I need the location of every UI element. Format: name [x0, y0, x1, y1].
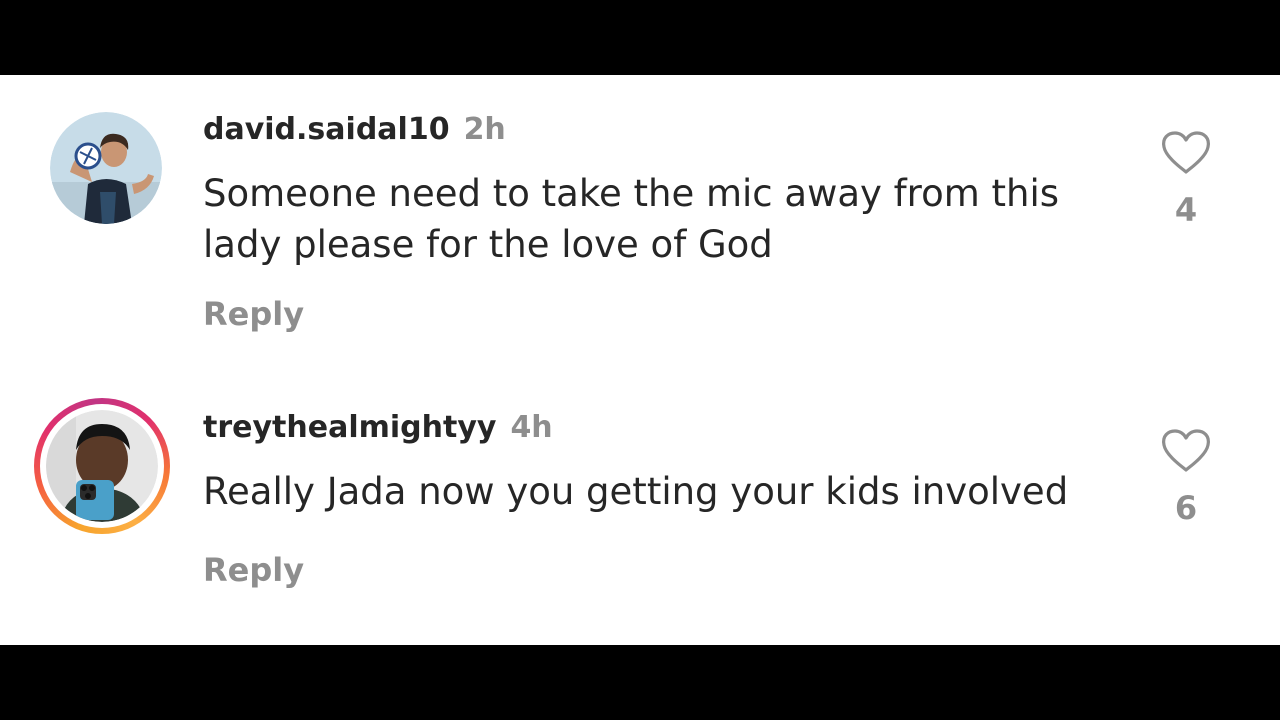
- heart-outline-icon[interactable]: [1160, 130, 1212, 176]
- profile-photo-avatar-icon: [50, 112, 162, 224]
- comment-header: david.saidal10 2h: [203, 112, 506, 148]
- comments-panel: david.saidal10 2h Someone need to take th…: [0, 75, 1280, 645]
- screenshot-frame: david.saidal10 2h Someone need to take th…: [0, 0, 1280, 720]
- comment-timestamp: 4h: [510, 410, 553, 445]
- avatar[interactable]: [34, 398, 170, 534]
- comment-text: Someone need to take the mic away from t…: [203, 172, 1060, 266]
- username-link[interactable]: david.saidal10: [203, 112, 450, 147]
- profile-photo-avatar-icon: [46, 410, 158, 522]
- like-count: 4: [1174, 191, 1198, 229]
- heart-outline-icon[interactable]: [1160, 428, 1212, 474]
- comment-header: treythealmightyy 4h: [203, 410, 553, 446]
- reply-button[interactable]: Reply: [203, 550, 304, 590]
- reply-button[interactable]: Reply: [203, 294, 304, 334]
- like-count: 6: [1174, 489, 1198, 527]
- avatar-photo: [50, 112, 162, 224]
- like-control: 6: [1160, 428, 1212, 526]
- comment-timestamp: 2h: [463, 112, 506, 147]
- avatar[interactable]: [50, 112, 162, 224]
- avatar-photo: [46, 410, 158, 522]
- username-link[interactable]: treythealmightyy: [203, 410, 496, 445]
- like-control: 4: [1160, 130, 1212, 228]
- comment-text: Really Jada now you getting your kids in…: [203, 470, 1069, 513]
